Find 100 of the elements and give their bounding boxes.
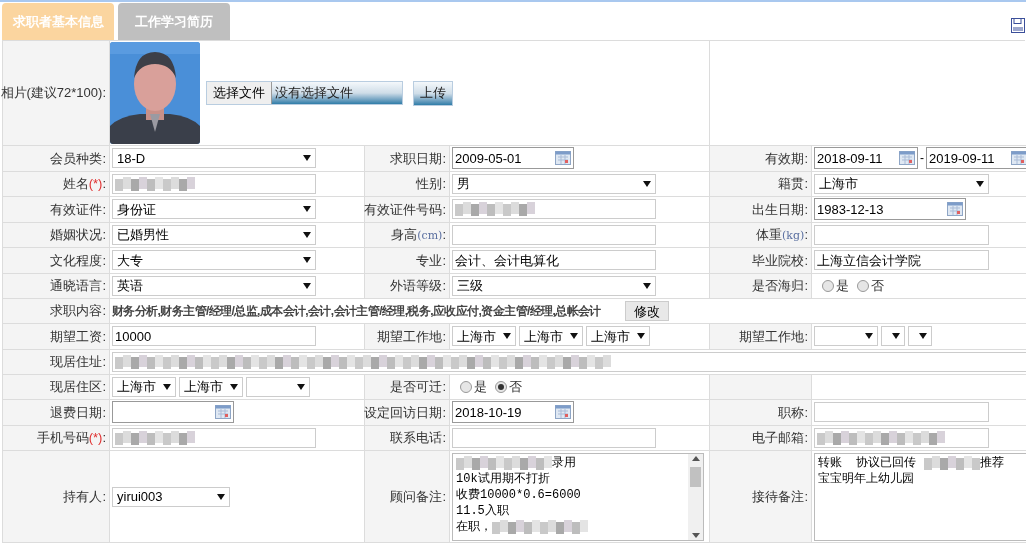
dropdown[interactable]: 身份证 bbox=[112, 199, 316, 220]
dropdown[interactable]: 上海市 bbox=[452, 326, 516, 347]
file-field[interactable]: 选择文件 没有选择文件 bbox=[206, 81, 403, 105]
field-label: 求职内容: bbox=[50, 302, 106, 321]
scroll-up-icon[interactable] bbox=[691, 455, 700, 461]
calendar-icon bbox=[947, 202, 963, 217]
radio-button[interactable] bbox=[460, 380, 472, 393]
dropdown[interactable]: 上海市 bbox=[179, 376, 243, 397]
edit-button[interactable]: 修改 bbox=[624, 301, 669, 321]
caret-icon bbox=[643, 282, 651, 289]
note-line: 10k试用期不打折 bbox=[456, 470, 551, 487]
text-field[interactable] bbox=[112, 173, 316, 194]
text-field[interactable] bbox=[452, 199, 656, 220]
note-line: 转账 协议已回传 推荐 bbox=[818, 454, 1005, 471]
field-label: 期望工资: bbox=[50, 327, 106, 346]
field-label: 文化程度: bbox=[50, 251, 106, 270]
field-label: 有效期: bbox=[765, 149, 808, 168]
field-label: 体重(kg): bbox=[756, 226, 808, 244]
radio-button[interactable] bbox=[822, 279, 834, 292]
radio-button[interactable] bbox=[495, 380, 507, 393]
field-label: 现居住址: bbox=[50, 352, 106, 371]
range-separator: - bbox=[920, 150, 924, 168]
scroll-thumb[interactable] bbox=[690, 466, 701, 487]
text-field[interactable] bbox=[452, 224, 656, 245]
field-label: 有效证件: bbox=[50, 200, 106, 219]
field-label: 联系电话: bbox=[390, 429, 446, 447]
text-field[interactable]: 会计、会计电算化 bbox=[452, 250, 656, 271]
calendar-icon bbox=[899, 151, 915, 166]
dropdown[interactable]: 已婚男性 bbox=[112, 224, 316, 245]
dropdown[interactable]: 上海市 bbox=[519, 326, 583, 347]
text-field[interactable] bbox=[814, 402, 989, 423]
date-field[interactable]: 2018-09-11 bbox=[814, 147, 918, 170]
radio-label: 否 bbox=[871, 277, 884, 295]
field-label: 职称: bbox=[778, 403, 808, 422]
dropdown[interactable] bbox=[881, 326, 905, 347]
dropdown[interactable]: 上海市 bbox=[586, 326, 650, 347]
field-label: 是否可迁: bbox=[390, 378, 446, 396]
caret-icon bbox=[637, 333, 645, 340]
notes-textarea[interactable]: 录用 10k试用期不打折 收费10000*0.6=6000 11.5入职 在职， bbox=[452, 452, 704, 541]
scroll-down-icon[interactable] bbox=[691, 532, 700, 538]
text-field[interactable]: 10000 bbox=[112, 326, 316, 347]
caret-icon bbox=[303, 231, 311, 238]
note-line: 宝宝明年上幼儿园 bbox=[818, 470, 915, 487]
date-field[interactable]: 2009-05-01 bbox=[452, 147, 574, 170]
date-field[interactable]: 2018-10-19 bbox=[452, 401, 574, 424]
dropdown[interactable]: 上海市 bbox=[112, 376, 176, 397]
dropdown[interactable]: 上海市 bbox=[814, 173, 989, 194]
caret-icon bbox=[503, 333, 511, 340]
dropdown[interactable]: yirui003 bbox=[112, 486, 230, 507]
caret-icon bbox=[230, 383, 238, 390]
field-label: 专业: bbox=[416, 251, 446, 270]
choose-file-button[interactable]: 选择文件 bbox=[207, 82, 272, 104]
calendar-icon bbox=[555, 405, 571, 420]
dropdown[interactable]: 男 bbox=[452, 173, 656, 194]
upload-button[interactable]: 上传 bbox=[413, 80, 453, 106]
date-field[interactable]: 1983-12-13 bbox=[814, 198, 966, 221]
field-label: 退费日期: bbox=[50, 403, 106, 422]
job-content-text: 财务分析,财务主管/经理/总监,成本会计,会计,会计主管/经理,税务,应收应付,资金主管/经理,总帐会计 bbox=[112, 303, 601, 320]
note-line: 在职， bbox=[456, 518, 685, 535]
field-label: 通晓语言: bbox=[50, 277, 106, 295]
caret-icon bbox=[643, 180, 651, 187]
scrollbar[interactable] bbox=[688, 453, 703, 540]
radio-label: 否 bbox=[509, 378, 522, 396]
dropdown[interactable]: 大专 bbox=[112, 250, 316, 271]
field-label: 是否海归: bbox=[752, 277, 808, 295]
save-icon[interactable] bbox=[1011, 18, 1025, 33]
text-field[interactable] bbox=[112, 427, 316, 448]
dropdown[interactable]: 三级 bbox=[452, 275, 656, 296]
calendar-icon bbox=[555, 151, 571, 166]
field-label: 现居住区: bbox=[50, 378, 106, 396]
radio-label: 是 bbox=[474, 378, 487, 396]
caret-icon bbox=[976, 180, 984, 187]
caret-icon bbox=[217, 493, 225, 500]
field-label: 婚姻状况: bbox=[50, 226, 106, 244]
text-field[interactable] bbox=[452, 427, 656, 448]
text-field[interactable] bbox=[112, 351, 1026, 372]
field-label: 出生日期: bbox=[752, 200, 808, 219]
note-line: 收费10000*0.6=6000 bbox=[456, 486, 582, 503]
text-field[interactable] bbox=[814, 427, 989, 448]
notes-textarea[interactable]: 转账 协议已回传 推荐 宝宝明年上幼儿园 bbox=[814, 452, 1026, 541]
text-field[interactable] bbox=[814, 224, 989, 245]
field-label: 毕业院校: bbox=[752, 251, 808, 270]
caret-icon bbox=[892, 333, 900, 340]
caret-icon bbox=[163, 383, 171, 390]
caret-icon bbox=[865, 333, 873, 340]
dropdown[interactable] bbox=[908, 326, 932, 347]
file-status-text: 没有选择文件 bbox=[272, 82, 402, 104]
caret-icon bbox=[303, 257, 311, 264]
field-label: 外语等级: bbox=[390, 277, 446, 295]
date-field[interactable] bbox=[112, 401, 234, 424]
radio-button[interactable] bbox=[857, 279, 869, 292]
date-field[interactable]: 2019-09-11 bbox=[926, 147, 1026, 170]
field-label: 电子邮箱: bbox=[752, 429, 808, 447]
caret-icon bbox=[919, 333, 927, 340]
field-label: 持有人: bbox=[63, 487, 106, 506]
dropdown[interactable]: 英语 bbox=[112, 275, 316, 296]
dropdown[interactable]: 18-D bbox=[112, 148, 316, 169]
field-label: 身高(cm): bbox=[391, 226, 446, 244]
text-field[interactable]: 上海立信会计学院 bbox=[814, 250, 989, 271]
field-label: 姓名(*): bbox=[62, 175, 106, 193]
